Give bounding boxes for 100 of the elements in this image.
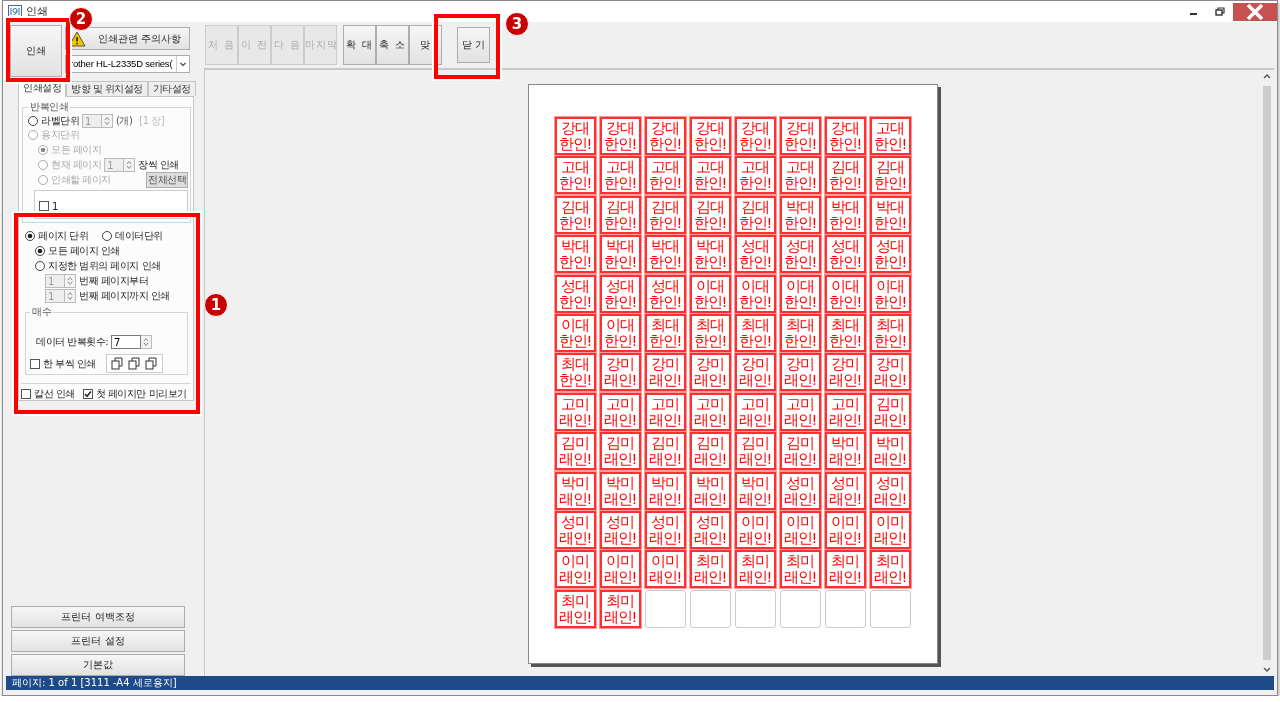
- spin-arrows-icon[interactable]: [65, 273, 76, 288]
- stamp-label: 성미 래인!: [779, 471, 821, 510]
- empty-label-slot: [689, 589, 731, 628]
- unit-label: (개): [116, 114, 133, 128]
- stamp-label: 김대 한인!: [644, 195, 686, 234]
- stamp-label: 고대 한인!: [869, 117, 911, 155]
- empty-label-slot: [824, 589, 866, 628]
- spin-arrows-icon[interactable]: [65, 288, 76, 303]
- checkbox[interactable]: 1: [39, 200, 58, 212]
- spin-field[interactable]: 7: [111, 335, 142, 349]
- spin-arrows-icon[interactable]: [102, 114, 113, 128]
- panel-button[interactable]: 기본값: [11, 654, 185, 676]
- panel-button[interactable]: 프린터 설정: [11, 630, 185, 652]
- stamp-label: 최미 래인!: [779, 550, 821, 589]
- checkbox[interactable]: 첫 페이지만 미리보기: [82, 387, 187, 401]
- repeat-count-label: 데이터 반복횟수:: [36, 335, 109, 349]
- stamp-label: 박미 래인!: [554, 471, 596, 510]
- stamp-label: 성미 래인!: [869, 471, 911, 510]
- stamp-label: 고대 한인!: [689, 156, 731, 195]
- radio-button[interactable]: 모든 페이지 인쇄: [35, 243, 120, 258]
- stamp-label: 성미 래인!: [824, 471, 866, 510]
- stamp-label: 박미 래인!: [734, 471, 776, 510]
- radio-button[interactable]: 페이지 단위: [25, 229, 89, 243]
- annotation-frame: [434, 14, 500, 79]
- close-button[interactable]: [1233, 2, 1277, 21]
- stamp-label: 박미 래인!: [824, 432, 866, 471]
- radio-icon[interactable]: [35, 260, 45, 271]
- stamp-label: 이미 래인!: [554, 550, 596, 589]
- empty-label-slot: [644, 589, 686, 628]
- group-title: 매수: [31, 305, 53, 319]
- checkbox-icon[interactable]: [21, 389, 31, 399]
- stamp-label: 박대 한인!: [644, 235, 686, 274]
- checkbox-icon[interactable]: [39, 201, 49, 211]
- stamp-label: 이대 한인!: [779, 274, 821, 313]
- printer-dropdown[interactable]: rother HL-L2335D series(: [65, 55, 190, 73]
- stamp-label: 김대 한인!: [599, 195, 641, 234]
- stamp-label: 강미 래인!: [779, 353, 821, 392]
- stamp-label: 최대 한인!: [869, 313, 911, 352]
- stamp-label: 박대 한인!: [869, 195, 911, 234]
- panel-button[interactable]: 프린터 여백조정: [11, 606, 185, 628]
- print-button[interactable]: 인쇄: [10, 25, 62, 77]
- select-all-button[interactable]: 전체선택: [146, 172, 188, 188]
- stamp-label: 고대 한인!: [554, 156, 596, 195]
- tab[interactable]: 기타설정: [147, 81, 196, 96]
- stamp-label: 최대 한인!: [554, 353, 596, 392]
- stamp-label: 고미 래인!: [734, 392, 776, 431]
- toolbar-button[interactable]: 확 대: [343, 25, 376, 65]
- stamp-label: 박미 래인!: [599, 471, 641, 510]
- stamp-label: 강미 래인!: [599, 353, 641, 392]
- stamp-label: 성미 래인!: [689, 510, 731, 549]
- stamp-label: 최대 한인!: [644, 313, 686, 352]
- checkbox[interactable]: 한 부씩 인쇄: [30, 356, 96, 371]
- stamp-label: 성대 한인!: [644, 274, 686, 313]
- checkbox-icon[interactable]: [82, 389, 93, 399]
- radio-icon[interactable]: [28, 116, 38, 126]
- stamp-label: 김미 래인!: [644, 432, 686, 471]
- stamp-label: 고대 한인!: [644, 156, 686, 195]
- stamp-label: 이미 래인!: [869, 510, 911, 549]
- radio-button[interactable]: 지정한 범위의 페이지 인쇄: [35, 258, 161, 273]
- radio-icon[interactable]: [35, 245, 45, 256]
- tab[interactable]: 방향 및 위치설정: [66, 81, 148, 96]
- radio-icon[interactable]: [25, 231, 35, 241]
- pages-icon[interactable]: [127, 357, 141, 370]
- radio-icon[interactable]: [102, 231, 113, 241]
- stamp-label: 김미 래인!: [689, 432, 731, 471]
- stamp-label: 고미 래인!: [599, 392, 641, 431]
- close-preview-button[interactable]: 닫 기: [457, 27, 490, 63]
- annotation-frame: [6, 18, 70, 82]
- stamp-label: 강대 한인!: [779, 117, 821, 155]
- pages-icon[interactable]: [144, 357, 158, 370]
- stamp-label: 최대 한인!: [734, 313, 776, 352]
- stamp-label: 박미 래인!: [689, 471, 731, 510]
- toolbar-button[interactable]: 축 소: [376, 25, 409, 65]
- stamp-label: 최미 래인!: [689, 550, 731, 589]
- stamp-label: 강대 한인!: [554, 117, 596, 155]
- stamp-label: 이미 래인!: [824, 510, 866, 549]
- printer-name: rother HL-L2335D series(: [69, 57, 174, 71]
- group-title: 반복인쇄: [29, 100, 69, 114]
- spin-arrows-icon[interactable]: [124, 157, 136, 172]
- stamp-label: 박대 한인!: [779, 195, 821, 234]
- stamp-label: 박대 한인!: [554, 235, 596, 274]
- stamp-label: 고대 한인!: [779, 156, 821, 195]
- checkbox-icon[interactable]: [30, 358, 40, 369]
- stamp-label: 고대 한인!: [599, 156, 641, 195]
- stamp-label: 최대 한인!: [689, 313, 731, 352]
- stamp-label: 강미 래인!: [734, 353, 776, 392]
- checkbox[interactable]: 칼선 인쇄: [21, 387, 75, 401]
- radio-button[interactable]: 데이터단위: [102, 229, 163, 243]
- stamp-label: 강대 한인!: [824, 117, 866, 155]
- stamp-label: 최미 래인!: [734, 550, 776, 589]
- stamp-label: 박미 래인!: [644, 471, 686, 510]
- stamp-label: 고대 한인!: [734, 156, 776, 195]
- radio-button[interactable]: 라벨단위: [28, 114, 79, 128]
- notice-button[interactable]: 인쇄관련 주의사항: [65, 27, 190, 50]
- empty-label-slot: [779, 589, 821, 628]
- stamp-label: 성대 한인!: [869, 235, 911, 274]
- stamp-label: 최미 래인!: [824, 550, 866, 589]
- spin-arrows-icon[interactable]: [141, 335, 153, 349]
- stamp-label: 강미 래인!: [644, 353, 686, 392]
- pages-icon[interactable]: [110, 357, 124, 370]
